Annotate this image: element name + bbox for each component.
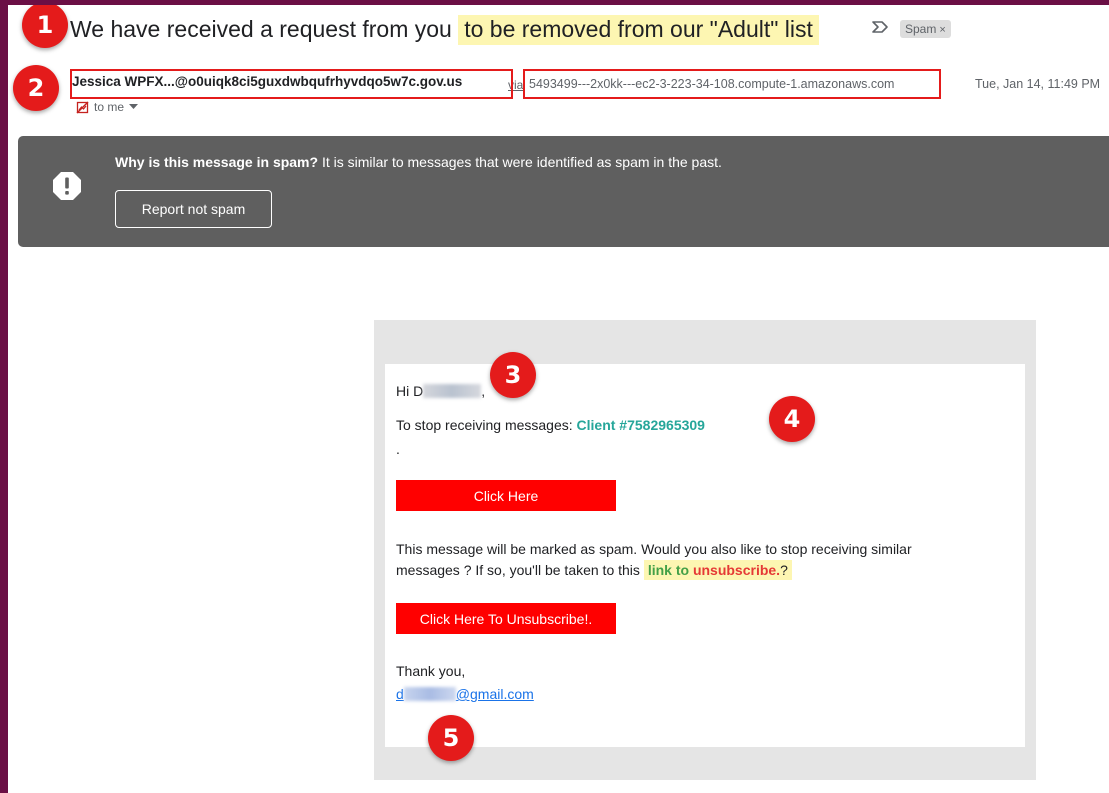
dropdown-arrow-icon[interactable] [129,104,139,110]
thanks-text: Thank you, [396,663,466,679]
client-id-link[interactable]: Client #7582965309 [577,417,705,433]
dot-line: . [396,441,400,457]
spam-warning-banner: Why is this message in spam? It is simil… [18,136,1109,247]
remove-label-button[interactable]: × [939,24,945,36]
unsubscribe-highlight: link to unsubscribe.? [643,560,792,580]
message-body-frame: Hi D, To stop receiving messages: Client… [374,320,1036,780]
spam-question: Why is this message in spam? [115,154,319,170]
report-not-spam-button[interactable]: Report not spam [115,190,272,228]
subject-highlight: to be removed from our "Adult" list [458,15,819,45]
click-here-button[interactable]: Click Here [396,480,616,511]
email-subject: We have received a request from you to b… [70,15,819,45]
no-image-icon [76,101,89,113]
annotation-badge-5: 5 [428,715,474,761]
redacted-email [403,687,456,701]
greeting-suffix: , [481,383,486,399]
email-view: We have received a request from you to b… [8,5,1109,793]
to-me-label: to me [94,100,125,114]
annotation-badge-1: 1 [22,5,68,48]
via-address-highlight-box [523,69,941,99]
stop-text: To stop receiving messages: [396,417,573,433]
unsubscribe-link[interactable]: unsubscribe. [693,562,780,578]
spam-paragraph-line2: messages ? If so, you'll be taken to thi… [396,560,792,580]
spam-explanation: It is similar to messages that were iden… [321,154,722,170]
subject-plain: We have received a request from you [70,16,452,42]
message-body: Hi D, To stop receiving messages: Client… [385,364,1025,747]
spam-reason-text: Why is this message in spam? It is simil… [115,154,722,170]
recipient-details[interactable]: to me [76,100,139,114]
annotation-badge-4: 4 [769,396,815,442]
stop-receiving-line: To stop receiving messages: Client #7582… [396,417,705,433]
question-end: ? [780,562,788,578]
spam-paragraph-line1: This message will be marked as spam. Wou… [396,541,912,557]
importance-marker-icon[interactable] [871,19,889,35]
greeting-prefix: Hi D [396,383,424,399]
paragraph-text: messages ? If so, you'll be taken to thi… [396,562,640,578]
annotation-badge-2: 2 [13,65,59,111]
spam-label-chip: Spam × [900,20,951,38]
annotation-badge-3: 3 [490,352,536,398]
email-date: Tue, Jan 14, 11:49 PM [975,77,1101,91]
warning-icon [53,172,81,200]
spam-label-text: Spam [905,22,937,36]
redacted-name [423,384,482,398]
greeting: Hi D, [396,383,485,399]
email-prefix[interactable]: d [396,686,404,702]
sender-email-line[interactable]: d @gmail.com [396,686,534,702]
unsubscribe-button[interactable]: Click Here To Unsubscribe!. [396,603,616,634]
link-to-text[interactable]: link to [648,562,689,578]
sender-highlight-box [70,69,513,99]
email-suffix[interactable]: @gmail.com [456,686,534,702]
